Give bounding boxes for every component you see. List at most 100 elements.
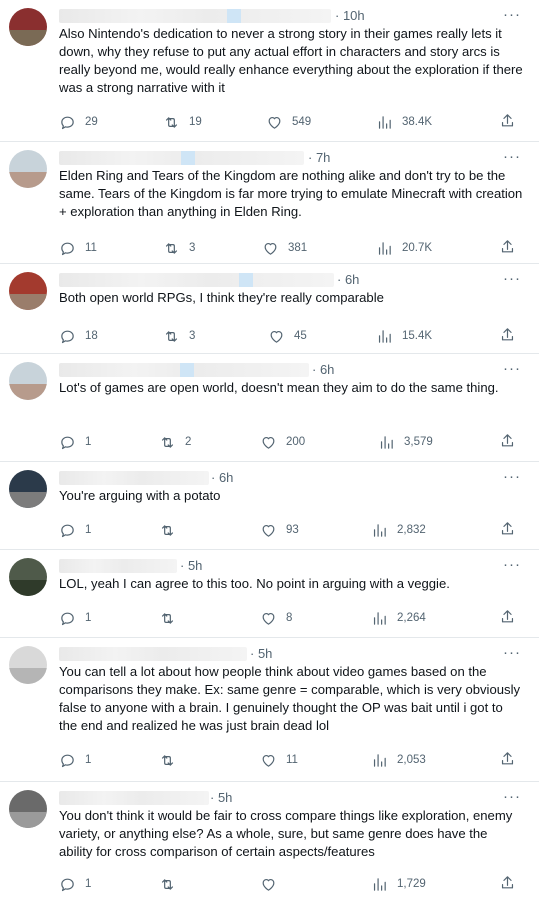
share-button[interactable] <box>499 432 516 454</box>
repost-count: 3 <box>189 330 196 342</box>
more-icon[interactable]: ··· <box>503 360 521 377</box>
tweet[interactable]: · 7h ··· Elden Ring and Tears of the Kin… <box>0 142 539 264</box>
author-name-redacted[interactable] <box>59 363 309 377</box>
share-button[interactable] <box>499 608 516 630</box>
like-button[interactable]: 45 <box>268 326 307 346</box>
like-icon <box>260 752 277 769</box>
tweet-text: LOL, yeah I can agree to this too. No po… <box>59 576 450 591</box>
avatar[interactable] <box>9 362 47 400</box>
action-bar: 1 93 2,832 <box>0 520 539 540</box>
like-button[interactable] <box>260 874 286 894</box>
tweet[interactable]: · 5h ··· You don't think it would be fai… <box>0 782 539 904</box>
views-button[interactable]: 2,053 <box>371 750 426 770</box>
tweet[interactable]: · 5h ··· LOL, yeah I can agree to this t… <box>0 550 539 638</box>
tweet-text: Elden Ring and Tears of the Kingdom are … <box>59 168 523 219</box>
share-button[interactable] <box>499 750 516 772</box>
action-bar: 1 8 2,264 <box>0 608 539 628</box>
repost-icon <box>163 328 180 345</box>
author-name-redacted[interactable] <box>59 471 209 485</box>
more-icon[interactable]: ··· <box>503 148 521 165</box>
like-button[interactable]: 549 <box>266 112 311 132</box>
reply-button[interactable]: 1 <box>59 874 91 894</box>
more-icon[interactable]: ··· <box>503 556 521 573</box>
more-icon[interactable]: ··· <box>503 468 521 485</box>
reply-icon <box>59 610 76 627</box>
share-button[interactable] <box>499 112 516 134</box>
like-button[interactable]: 8 <box>260 608 292 628</box>
timestamp[interactable]: · 7h <box>308 150 330 165</box>
tweet-text: You don't think it would be fair to cros… <box>59 808 513 859</box>
like-button[interactable]: 381 <box>262 238 307 258</box>
timestamp[interactable]: · 5h <box>180 558 202 573</box>
like-button[interactable]: 93 <box>260 520 299 540</box>
views-button[interactable]: 15.4K <box>376 326 432 346</box>
tweet[interactable]: · 6h ··· Both open world RPGs, I think t… <box>0 264 539 354</box>
avatar[interactable] <box>9 646 47 684</box>
avatar[interactable] <box>9 790 47 828</box>
timestamp[interactable]: · 6h <box>312 362 334 377</box>
tweet[interactable]: · 6h ··· You're arguing with a potato 1 … <box>0 462 539 550</box>
reply-button[interactable]: 1 <box>59 750 91 770</box>
like-icon <box>266 114 283 131</box>
reply-button[interactable]: 1 <box>59 608 91 628</box>
repost-count: 3 <box>189 242 196 254</box>
reply-icon <box>59 876 76 893</box>
repost-button[interactable]: 19 <box>163 112 202 132</box>
views-button[interactable]: 38.4K <box>376 112 432 132</box>
timestamp[interactable]: · 6h <box>337 272 359 287</box>
more-icon[interactable]: ··· <box>503 6 521 23</box>
repost-button[interactable] <box>159 874 185 894</box>
more-icon[interactable]: ··· <box>503 270 521 287</box>
reply-count: 1 <box>85 612 92 624</box>
reply-button[interactable]: 18 <box>59 326 98 346</box>
author-name-redacted[interactable] <box>59 9 331 23</box>
reply-button[interactable]: 1 <box>59 520 91 540</box>
avatar[interactable] <box>9 558 47 596</box>
author-name-redacted[interactable] <box>59 647 247 661</box>
share-button[interactable] <box>499 874 516 896</box>
like-button[interactable]: 200 <box>260 432 305 452</box>
like-button[interactable]: 11 <box>260 750 298 770</box>
author-name-redacted[interactable] <box>59 791 209 805</box>
views-button[interactable]: 20.7K <box>376 238 432 258</box>
action-bar: 18 3 45 15.4K <box>0 326 539 346</box>
author-name-redacted[interactable] <box>59 273 334 287</box>
like-count: 8 <box>286 612 293 624</box>
timestamp[interactable]: · 5h <box>250 646 272 661</box>
share-icon <box>499 874 516 891</box>
repost-button[interactable]: 2 <box>159 432 191 452</box>
timestamp[interactable]: · 5h <box>210 790 232 805</box>
repost-button[interactable] <box>159 608 185 628</box>
more-icon[interactable]: ··· <box>503 788 521 805</box>
repost-icon <box>159 752 176 769</box>
timestamp[interactable]: · 6h <box>211 470 233 485</box>
views-icon <box>371 876 388 893</box>
views-button[interactable]: 1,729 <box>371 874 426 894</box>
tweet[interactable]: · 6h ··· Lot's of games are open world, … <box>0 354 539 462</box>
author-name-redacted[interactable] <box>59 151 304 165</box>
share-button[interactable] <box>499 520 516 542</box>
views-button[interactable]: 2,264 <box>371 608 426 628</box>
views-icon <box>376 240 393 257</box>
reply-button[interactable]: 1 <box>59 432 91 452</box>
views-button[interactable]: 3,579 <box>378 432 433 452</box>
repost-button[interactable]: 3 <box>163 326 195 346</box>
repost-button[interactable]: 3 <box>163 238 195 258</box>
reply-button[interactable]: 11 <box>59 238 97 258</box>
reply-button[interactable]: 29 <box>59 112 98 132</box>
tweet-text: Both open world RPGs, I think they're re… <box>59 290 384 305</box>
tweet[interactable]: · 5h ··· You can tell a lot about how pe… <box>0 638 539 782</box>
views-button[interactable]: 2,832 <box>371 520 426 540</box>
avatar[interactable] <box>9 150 47 188</box>
repost-button[interactable] <box>159 750 185 770</box>
more-icon[interactable]: ··· <box>503 644 521 661</box>
author-name-redacted[interactable] <box>59 559 177 573</box>
avatar[interactable] <box>9 8 47 46</box>
avatar[interactable] <box>9 470 47 508</box>
timestamp[interactable]: · 10h <box>335 8 365 23</box>
share-button[interactable] <box>499 326 516 348</box>
repost-button[interactable] <box>159 520 185 540</box>
avatar[interactable] <box>9 272 47 310</box>
share-button[interactable] <box>499 238 516 260</box>
tweet[interactable]: · 10h ··· Also Nintendo's dedication to … <box>0 0 539 142</box>
